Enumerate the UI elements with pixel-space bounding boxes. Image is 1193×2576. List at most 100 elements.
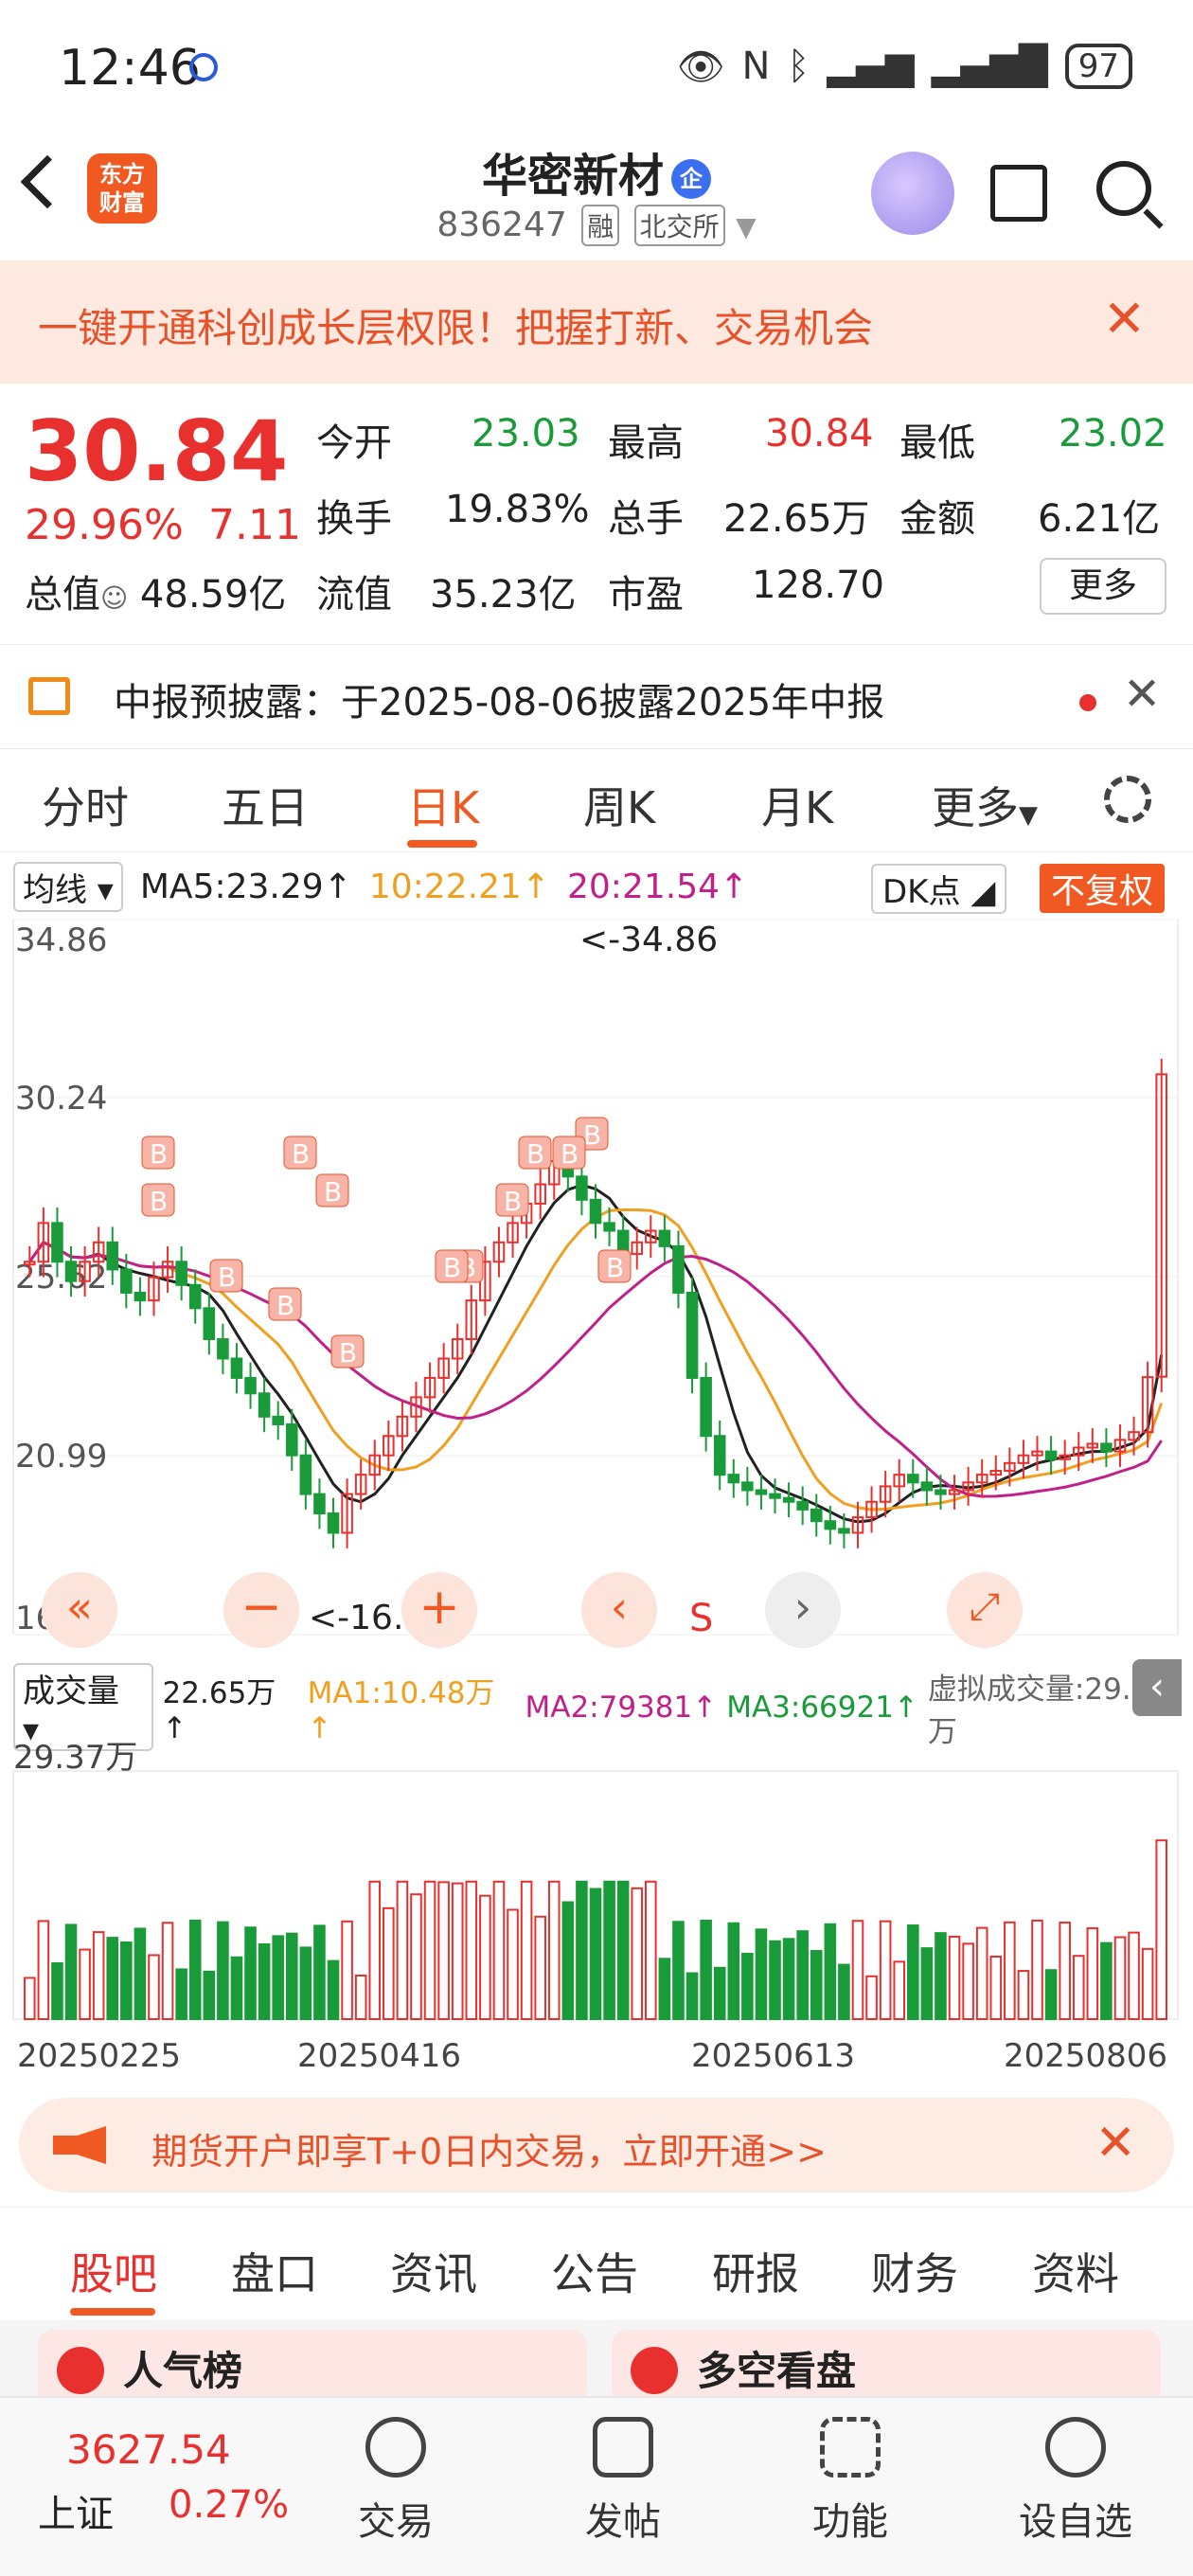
prev-icon[interactable]: ‹: [581, 1572, 657, 1648]
volume-bar: [589, 1887, 602, 2020]
open-label: 今开: [316, 421, 392, 465]
candle: [51, 1222, 63, 1263]
tab-daily-k[interactable]: 日K: [407, 774, 479, 836]
volume-bar: [631, 1887, 644, 2020]
volume-bar: [658, 1958, 671, 2021]
indicator-selector-label: 均线: [23, 871, 87, 909]
volume-bar: [368, 1880, 382, 2020]
volume-legend: 成交量 ▾ 22.65万↑ MA1:10.48万↑ MA2:79381↑ MA3…: [13, 1663, 1193, 1751]
turnover-value: 19.83%: [445, 488, 590, 531]
volume-bar: [561, 1901, 575, 2020]
volume-bar: [865, 1975, 878, 2020]
close-icon[interactable]: ✕: [1095, 2115, 1136, 2172]
kline-svg: 34.8630.2425.6220.9916.37 <-34.86<-16.37…: [12, 919, 1179, 2075]
ma5-value: MA5:23.29↑: [139, 868, 352, 906]
volume-bar: [1100, 1941, 1113, 2020]
card-popularity[interactable]: 人气榜: [38, 2330, 587, 2406]
tab-research[interactable]: 研报: [712, 2240, 799, 2302]
candle: [686, 1291, 699, 1379]
pe-label: 市盈: [608, 573, 684, 617]
volume-bar: [989, 1955, 1003, 2021]
volume-bar: [547, 1880, 561, 2020]
grid-icon: [820, 2417, 881, 2478]
tab-guba[interactable]: 股吧: [70, 2240, 157, 2302]
tab-weekly-k[interactable]: 周K: [583, 774, 655, 836]
share-icon[interactable]: [990, 165, 1047, 222]
buy-marker-label: B: [561, 1138, 579, 1170]
disclosure-notice[interactable]: 中报预披露：于2025-08-06披露2025年中报 ✕: [0, 644, 1193, 748]
dk-selector[interactable]: DK点 ◢: [871, 864, 1007, 914]
nav-functions[interactable]: 功能: [784, 2417, 917, 2546]
dropdown-icon: ▼: [736, 211, 757, 242]
candle: [272, 1415, 284, 1425]
candle: [203, 1307, 216, 1341]
candle: [230, 1357, 243, 1379]
candle: [188, 1283, 202, 1310]
volume-bar: [203, 1970, 216, 2020]
card-title: 多空看盘: [697, 2348, 857, 2394]
volume-bar: [975, 1926, 988, 2021]
index-value[interactable]: 3627.54: [66, 2426, 231, 2473]
volume-bar: [507, 1908, 519, 2020]
next-icon[interactable]: ›: [765, 1572, 841, 1648]
verified-badge: 企: [671, 159, 711, 199]
buy-marker-label: B: [292, 1138, 310, 1170]
buy-marker-label: B: [606, 1252, 624, 1283]
candle: [175, 1261, 187, 1286]
candle: [589, 1198, 602, 1225]
zoom-in-icon[interactable]: +: [401, 1572, 477, 1648]
promo-banner[interactable]: 一键开通科创成长层权限！把握打新、交易机会 ✕: [0, 260, 1193, 384]
tab-announcements[interactable]: 公告: [551, 2240, 638, 2302]
ma20-value: 20:21.54↑: [567, 868, 749, 906]
card-bull-bear[interactable]: 多空看盘: [612, 2330, 1161, 2406]
kline-chart-area[interactable]: 均线 ▾ MA5:23.29↑ 10:22.21↑ 20:21.54↑ DK点 …: [0, 852, 1193, 2084]
bluetooth-icon: ᛒ: [787, 45, 810, 88]
turnover-label: 换手: [316, 497, 392, 541]
indicator-selector[interactable]: 均线 ▾: [13, 862, 123, 912]
gear-icon[interactable]: [1104, 776, 1151, 823]
futures-promo[interactable]: 期货开户即享T+0日内交易，立即开通>> ✕: [19, 2098, 1174, 2192]
volume-ma1: MA1:10.48万↑: [307, 1676, 495, 1745]
search-icon[interactable]: [1096, 161, 1151, 216]
adjust-toggle[interactable]: 不复权: [1040, 864, 1166, 913]
close-icon[interactable]: ✕: [1123, 668, 1161, 721]
tab-monthly-k[interactable]: 月K: [761, 774, 833, 836]
volume-bar: [1004, 1921, 1016, 2021]
zoom-out-icon[interactable]: −: [223, 1572, 299, 1648]
volume-selector-label: 成交量: [23, 1673, 119, 1710]
volume-bar: [451, 1882, 464, 2020]
tab-finance[interactable]: 财务: [871, 2240, 958, 2302]
ai-assistant-icon[interactable]: [871, 152, 954, 235]
tab-news[interactable]: 资讯: [390, 2240, 477, 2302]
stock-header: 东方 财富 华密新材企 836247 融 北交所 ▼: [0, 133, 1193, 260]
fullscreen-icon[interactable]: ⤢: [947, 1572, 1023, 1648]
volume-bar: [1059, 1922, 1071, 2021]
candle: [285, 1422, 298, 1457]
close-icon[interactable]: ✕: [1103, 289, 1146, 349]
scroll-left-icon[interactable]: «: [42, 1572, 117, 1648]
nav-post[interactable]: 发帖: [557, 2417, 689, 2546]
nav-watchlist[interactable]: 设自选: [1009, 2417, 1142, 2546]
volume-bar: [120, 1941, 133, 2021]
collapse-panel-icon[interactable]: ‹: [1132, 1659, 1182, 1716]
ma10-line: [28, 1208, 1164, 1512]
battery-icon: 97: [1064, 44, 1132, 89]
buy-marker-label: B: [583, 1119, 601, 1151]
more-button[interactable]: 更多: [1040, 558, 1166, 615]
candle: [603, 1222, 615, 1232]
open-value: 23.03: [472, 412, 580, 456]
tab-five-day[interactable]: 五日: [222, 774, 309, 836]
tab-profile[interactable]: 资料: [1032, 2240, 1119, 2302]
tab-pankou[interactable]: 盘口: [231, 2240, 318, 2302]
nav-trade[interactable]: 交易: [329, 2417, 462, 2546]
volume-bar: [410, 1893, 422, 2020]
megaphone-icon: [53, 2126, 106, 2164]
tab-more[interactable]: 更多▼: [932, 774, 1038, 836]
total-value-label: 总值: [25, 573, 100, 617]
more-dots-icon: [1045, 2417, 1106, 2478]
volume-bar: [327, 1959, 340, 2021]
volume-bar: [217, 1921, 229, 2021]
tab-intraday[interactable]: 分时: [42, 774, 129, 836]
info-icon[interactable]: ☺: [100, 582, 128, 614]
float-value: 35.23亿: [430, 573, 577, 617]
